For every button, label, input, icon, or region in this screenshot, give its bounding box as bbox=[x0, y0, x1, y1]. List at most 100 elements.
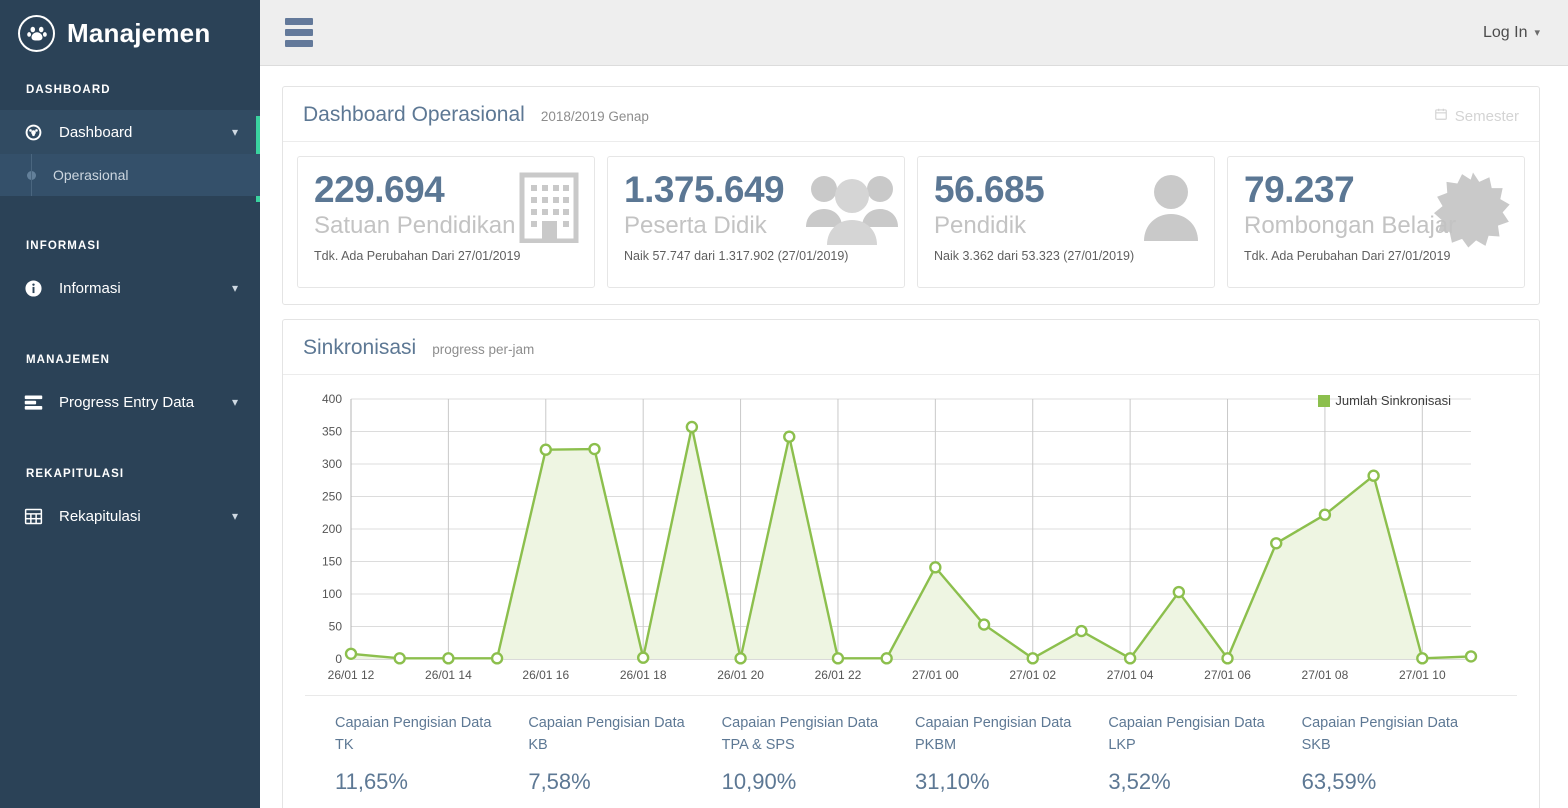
svg-text:27/01 04: 27/01 04 bbox=[1107, 668, 1154, 682]
app-root: Manajemen DASHBOARD Dashboard ▾ Operasio… bbox=[0, 0, 1568, 808]
sidebar-item-label: Informasi bbox=[59, 279, 121, 297]
sidebar-item-label: Dashboard bbox=[59, 123, 133, 141]
stat-note: Naik 3.362 dari 53.323 (27/01/2019) bbox=[934, 249, 1135, 264]
paw-circle-icon bbox=[18, 14, 55, 52]
svg-text:0: 0 bbox=[335, 652, 342, 666]
sidebar-subitem-label: Operasional bbox=[53, 167, 129, 183]
svg-text:26/01 12: 26/01 12 bbox=[328, 668, 375, 682]
achievement-value: 10,90% bbox=[721, 768, 797, 794]
sinkronisasi-title: Sinkronisasi bbox=[303, 336, 417, 359]
stat-note: Tdk. Ada Perubahan Dari 27/01/2019 bbox=[314, 249, 521, 264]
main-area: Log In ▾ Dashboard Operasional 2018/2019… bbox=[260, 0, 1568, 808]
sidebar-item-progress-entry-data[interactable]: Progress Entry Data ▾ bbox=[0, 380, 260, 424]
stat-value: 229.694 bbox=[314, 169, 445, 210]
achievement-value: 31,10% bbox=[914, 768, 990, 794]
stat-value: 56.685 bbox=[934, 169, 1045, 210]
page-content: Dashboard Operasional 2018/2019 Genap Se… bbox=[260, 66, 1568, 808]
achievement-tpa-sps: Capaian Pengisian Data TPA & SPS 10,90% bbox=[722, 712, 915, 795]
sinkronisasi-panel-header: Sinkronisasi progress per-jam bbox=[283, 320, 1539, 375]
svg-text:50: 50 bbox=[329, 620, 343, 634]
sinkronisasi-panel: Sinkronisasi progress per-jam Jumlah Sin… bbox=[282, 319, 1540, 808]
sidebar-item-informasi[interactable]: Informasi ▾ bbox=[0, 266, 260, 310]
achievement-tk: Capaian Pengisian Data TK 11,65% bbox=[335, 712, 528, 795]
svg-text:100: 100 bbox=[322, 587, 342, 601]
stat-note: Naik 57.747 dari 1.317.902 (27/01/2019) bbox=[624, 249, 849, 264]
achievement-label: Capaian Pengisian Data TPA & SPS bbox=[721, 715, 879, 754]
achievement-value: 7,58% bbox=[528, 768, 591, 794]
sidebar-item-dashboard[interactable]: Dashboard ▾ bbox=[0, 110, 260, 154]
stat-label: Rombongan Belajar bbox=[1244, 211, 1457, 239]
svg-text:300: 300 bbox=[322, 457, 342, 471]
server-list-icon bbox=[22, 391, 44, 413]
stat-label: Peserta Didik bbox=[624, 211, 767, 239]
sidebar-item-rekapitulasi[interactable]: Rekapitulasi ▾ bbox=[0, 494, 260, 538]
achievement-label: Capaian Pengisian Data TK bbox=[335, 715, 492, 754]
achievement-pkbm: Capaian Pengisian Data PKBM 31,10% bbox=[915, 712, 1108, 795]
stat-label: Pendidik bbox=[934, 211, 1027, 239]
stat-note: Tdk. Ada Perubahan Dari 27/01/2019 bbox=[1244, 249, 1451, 264]
speedometer-icon bbox=[22, 121, 44, 143]
table-grid-icon bbox=[22, 505, 44, 527]
svg-text:200: 200 bbox=[322, 522, 342, 536]
sinkronisasi-chart[interactable]: Jumlah Sinkronisasi 0 50 100 150 200 250 300 35… bbox=[283, 375, 1539, 695]
page-title: Dashboard Operasional bbox=[303, 103, 525, 126]
dashboard-panel: Dashboard Operasional 2018/2019 Genap Se… bbox=[282, 86, 1540, 305]
svg-text:27/01 02: 27/01 02 bbox=[1009, 668, 1056, 682]
period-label: 2018/2019 Genap bbox=[540, 109, 649, 124]
semester-label: Semester bbox=[1454, 108, 1519, 125]
achievement-value: 63,59% bbox=[1301, 768, 1377, 794]
login-menu[interactable]: Log In ▾ bbox=[1483, 24, 1540, 42]
hamburger-icon[interactable] bbox=[285, 18, 313, 47]
chevron-down-icon: ▾ bbox=[231, 125, 238, 139]
chevron-down-icon: ▾ bbox=[231, 281, 238, 295]
semester-button[interactable]: Semester bbox=[1434, 107, 1519, 126]
svg-text:400: 400 bbox=[322, 392, 342, 406]
stat-card-satuan-pendidikan[interactable]: 229.694 Satuan Pendidikan Tdk. Ada Perub… bbox=[297, 156, 595, 288]
svg-text:26/01 22: 26/01 22 bbox=[815, 668, 862, 682]
achievement-skb: Capaian Pengisian Data SKB 63,59% bbox=[1302, 712, 1495, 795]
bullet-dot-icon bbox=[27, 170, 36, 180]
achievement-label: Capaian Pengisian Data SKB bbox=[1301, 715, 1459, 754]
stat-cards: 229.694 Satuan Pendidikan Tdk. Ada Perub… bbox=[283, 142, 1539, 304]
achievement-value: 3,52% bbox=[1108, 768, 1171, 794]
stat-card-peserta-didik[interactable]: 1.375.649 Peserta Didik Naik 57.747 dari… bbox=[607, 156, 905, 288]
sidebar-item-operasional[interactable]: Operasional bbox=[0, 154, 260, 196]
chevron-down-icon: ▾ bbox=[231, 509, 238, 523]
achievement-label: Capaian Pengisian Data KB bbox=[528, 715, 685, 754]
achievement-value: 11,65% bbox=[335, 768, 408, 794]
info-circle-icon bbox=[22, 277, 44, 299]
achievement-lkp: Capaian Pengisian Data LKP 3,52% bbox=[1108, 712, 1301, 795]
svg-text:27/01 00: 27/01 00 bbox=[912, 668, 959, 682]
brand[interactable]: Manajemen bbox=[0, 0, 260, 66]
achievement-label: Capaian Pengisian Data LKP bbox=[1108, 715, 1265, 754]
achievement-label: Capaian Pengisian Data PKBM bbox=[914, 715, 1072, 754]
nav-section-informasi: INFORMASI bbox=[26, 240, 101, 252]
svg-text:350: 350 bbox=[322, 425, 342, 439]
stat-value: 79.237 bbox=[1244, 169, 1355, 210]
chart-legend: Jumlah Sinkronisasi bbox=[1318, 393, 1451, 408]
svg-text:27/01 10: 27/01 10 bbox=[1399, 668, 1446, 682]
svg-text:150: 150 bbox=[322, 555, 342, 569]
chart-canvas: 0 50 100 150 200 250 300 350 400 26/01 12 26/01 14… bbox=[322, 392, 1478, 682]
calendar-icon bbox=[1434, 107, 1448, 126]
nav-section-manajemen: MANAJEMEN bbox=[26, 354, 111, 366]
chevron-down-icon: ▾ bbox=[1534, 27, 1540, 39]
brand-title: Manajemen bbox=[67, 17, 211, 48]
achievement-row: Capaian Pengisian Data TK 11,65% Capaian… bbox=[305, 695, 1517, 808]
legend-swatch-icon bbox=[1318, 394, 1331, 407]
svg-text:26/01 18: 26/01 18 bbox=[620, 668, 667, 682]
dashboard-panel-header: Dashboard Operasional 2018/2019 Genap Se… bbox=[283, 87, 1539, 142]
svg-text:26/01 14: 26/01 14 bbox=[425, 668, 472, 682]
topbar: Log In ▾ bbox=[260, 0, 1568, 66]
chevron-down-icon: ▾ bbox=[231, 395, 238, 409]
nav-section-dashboard: DASHBOARD bbox=[26, 84, 111, 96]
stat-card-rombongan-belajar[interactable]: 79.237 Rombongan Belajar Tdk. Ada Peruba… bbox=[1227, 156, 1525, 288]
sidebar-item-label: Rekapitulasi bbox=[59, 507, 141, 525]
svg-text:26/01 16: 26/01 16 bbox=[522, 668, 569, 682]
stat-card-pendidik[interactable]: 56.685 Pendidik Naik 3.362 dari 53.323 (… bbox=[917, 156, 1215, 288]
sidebar-item-label: Progress Entry Data bbox=[59, 393, 195, 411]
sinkronisasi-subtitle: progress per-jam bbox=[432, 342, 535, 357]
nav-section-rekapitulasi: REKAPITULASI bbox=[26, 468, 125, 480]
achievement-kb: Capaian Pengisian Data KB 7,58% bbox=[528, 712, 721, 795]
svg-text:26/01 20: 26/01 20 bbox=[717, 668, 764, 682]
